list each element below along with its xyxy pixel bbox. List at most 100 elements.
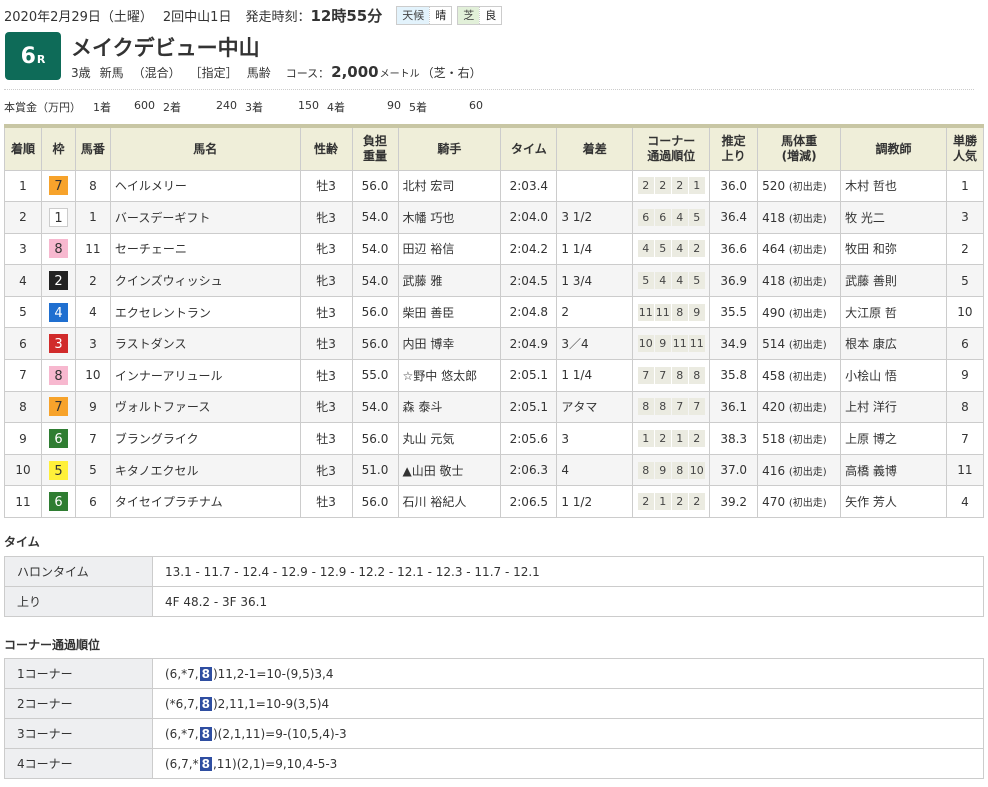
corner-position: 2 [688, 493, 705, 511]
trainer-cell: 高橋 義博 [840, 453, 947, 487]
col-body-line2: (増減) [781, 148, 817, 163]
corner-positions: 11 11 8 9 [637, 303, 705, 321]
waku-badge: 6 [48, 429, 68, 449]
horse-number-cell: 10 [74, 359, 111, 392]
popularity-cell: 10 [945, 295, 985, 329]
weight-cell: 51.0 [351, 453, 399, 487]
corner-position: 2 [637, 177, 654, 195]
weather-badge: 天候 晴 [396, 5, 453, 25]
rank-cell: 10 [4, 453, 42, 487]
body-weight-note: (初出走) [788, 371, 827, 383]
popularity-cell: 9 [945, 359, 985, 392]
body-weight-cell: 418 (初出走) [757, 201, 842, 234]
time-cell: 2:06.3 [500, 453, 558, 487]
corner-order-before: (6,*7, [165, 726, 199, 741]
table-row: 1 7 8 ヘイルメリー 牡3 56.0 北村 宏司 2:03.4 2 2 2 1 36.0 520 (初… [4, 169, 985, 203]
body-weight: 514 [762, 337, 786, 352]
corner-highlight-horse: 8 [199, 666, 212, 681]
margin-cell: 3 1/2 [556, 201, 634, 234]
weight-cell: 56.0 [351, 295, 399, 329]
body-weight-note: (初出走) [788, 403, 827, 415]
corner-position: 4 [671, 272, 688, 290]
margin-cell: アタマ [556, 390, 634, 424]
weather-label: 天候 [397, 6, 430, 24]
trainer-cell: 矢作 芳人 [840, 485, 947, 519]
body-weight-cell: 470 (初出走) [757, 485, 842, 519]
time-cell: 2:03.4 [500, 169, 558, 203]
horse-name-cell: ラストダンス [109, 327, 301, 361]
prize-amount: 150 [298, 99, 319, 112]
corner-positions: 6645 [637, 208, 705, 226]
waku-cell: 6 [40, 422, 76, 455]
times-section-title: タイム [4, 535, 40, 549]
corner-label: 2コーナー [4, 688, 153, 719]
corner-highlight-horse: 8 [199, 726, 212, 741]
col-popularity: 単勝 人気 [945, 124, 985, 171]
sex-age-cell: 牡3 [299, 359, 353, 392]
times-table: ハロンタイム 13.1 - 11.7 - 12.4 - 12.9 - 12.9 … [4, 556, 984, 617]
margin-cell: 1 1/4 [556, 232, 634, 266]
body-weight-cell: 418 (初出走) [757, 264, 842, 297]
rank-cell: 8 [4, 390, 42, 424]
corner-positions: 2221 [637, 177, 705, 195]
horse-number-cell: 9 [74, 390, 111, 424]
corner-order: (6,7,* 8,11)(2,1)=9,10,4-5-3 [152, 748, 984, 779]
weight-cell: 55.0 [351, 359, 399, 392]
start-time: 12時55分 [310, 6, 383, 25]
waku-badge: 7 [48, 397, 68, 417]
horse-name-cell: インナーアリュール [109, 359, 301, 392]
col-time: タイム [500, 124, 558, 171]
jockey-cell: 柴田 善臣 [397, 295, 502, 329]
body-weight: 418 [762, 210, 786, 225]
col-corner: コーナー 通過順位 [632, 124, 711, 171]
corner-position: 4 [654, 272, 671, 290]
body-weight-note: (初出走) [788, 466, 827, 478]
corner-position: 11 [671, 335, 688, 353]
corner-position: 6 [637, 208, 654, 226]
race-number-suffix: R [36, 52, 46, 66]
race-title: メイクデビュー中山 [71, 36, 260, 60]
trainer-cell: 上村 洋行 [840, 390, 947, 424]
body-weight: 464 [762, 242, 786, 257]
rank-cell: 6 [4, 327, 42, 361]
trainer-cell: 牧 光二 [840, 201, 947, 234]
last3f-cell: 37.0 [709, 453, 759, 487]
margin-cell: 1 1/2 [556, 485, 634, 519]
prize-label: 本賞金（万円） [4, 101, 81, 114]
waku-cell: 5 [40, 453, 76, 487]
corner-cell: 8877 [632, 390, 711, 424]
corner-position: 10 [637, 335, 654, 353]
corner-positions: 10 9 11 11 [637, 335, 705, 353]
prize-place: 5着 [409, 101, 427, 114]
body-weight: 520 [762, 179, 786, 194]
rank-cell: 7 [4, 359, 42, 392]
corner-position: 10 [688, 461, 705, 479]
corner-order-after: ,11)(2,1)=9,10,4-5-3 [212, 756, 338, 771]
rank-cell: 1 [4, 169, 42, 203]
time-cell: 2:06.5 [500, 485, 558, 519]
corner-position: 2 [688, 240, 705, 258]
horse-number-cell: 8 [74, 169, 111, 203]
body-weight-note: (初出走) [788, 182, 827, 194]
corner-cell: 1212 [632, 422, 711, 455]
prize-place: 2着 [163, 101, 181, 114]
rank-cell: 2 [4, 201, 42, 234]
corner-position: 2 [688, 430, 705, 448]
margin-cell [556, 169, 634, 203]
waku-badge: 3 [48, 334, 68, 354]
horse-number-cell: 5 [74, 453, 111, 487]
corner-position: 4 [671, 208, 688, 226]
sex-age-cell: 牡3 [299, 485, 353, 519]
body-weight: 416 [762, 463, 786, 478]
popularity-cell: 11 [945, 453, 985, 487]
corner-order-before: (6,7,* [165, 756, 199, 771]
surface-value: 良 [479, 6, 502, 24]
corner-order-after: )(2,1,11)=9-(10,5,4)-3 [212, 726, 347, 741]
jockey-cell: ☆野中 悠太郎 [397, 359, 502, 392]
surface-label: 芝 [458, 6, 480, 24]
jockey-cell: 田辺 裕信 [397, 232, 502, 266]
race-number: 6 [20, 43, 36, 69]
body-weight: 420 [762, 400, 786, 415]
corner-cell: 4542 [632, 232, 711, 266]
body-weight-note: (初出走) [788, 308, 827, 320]
